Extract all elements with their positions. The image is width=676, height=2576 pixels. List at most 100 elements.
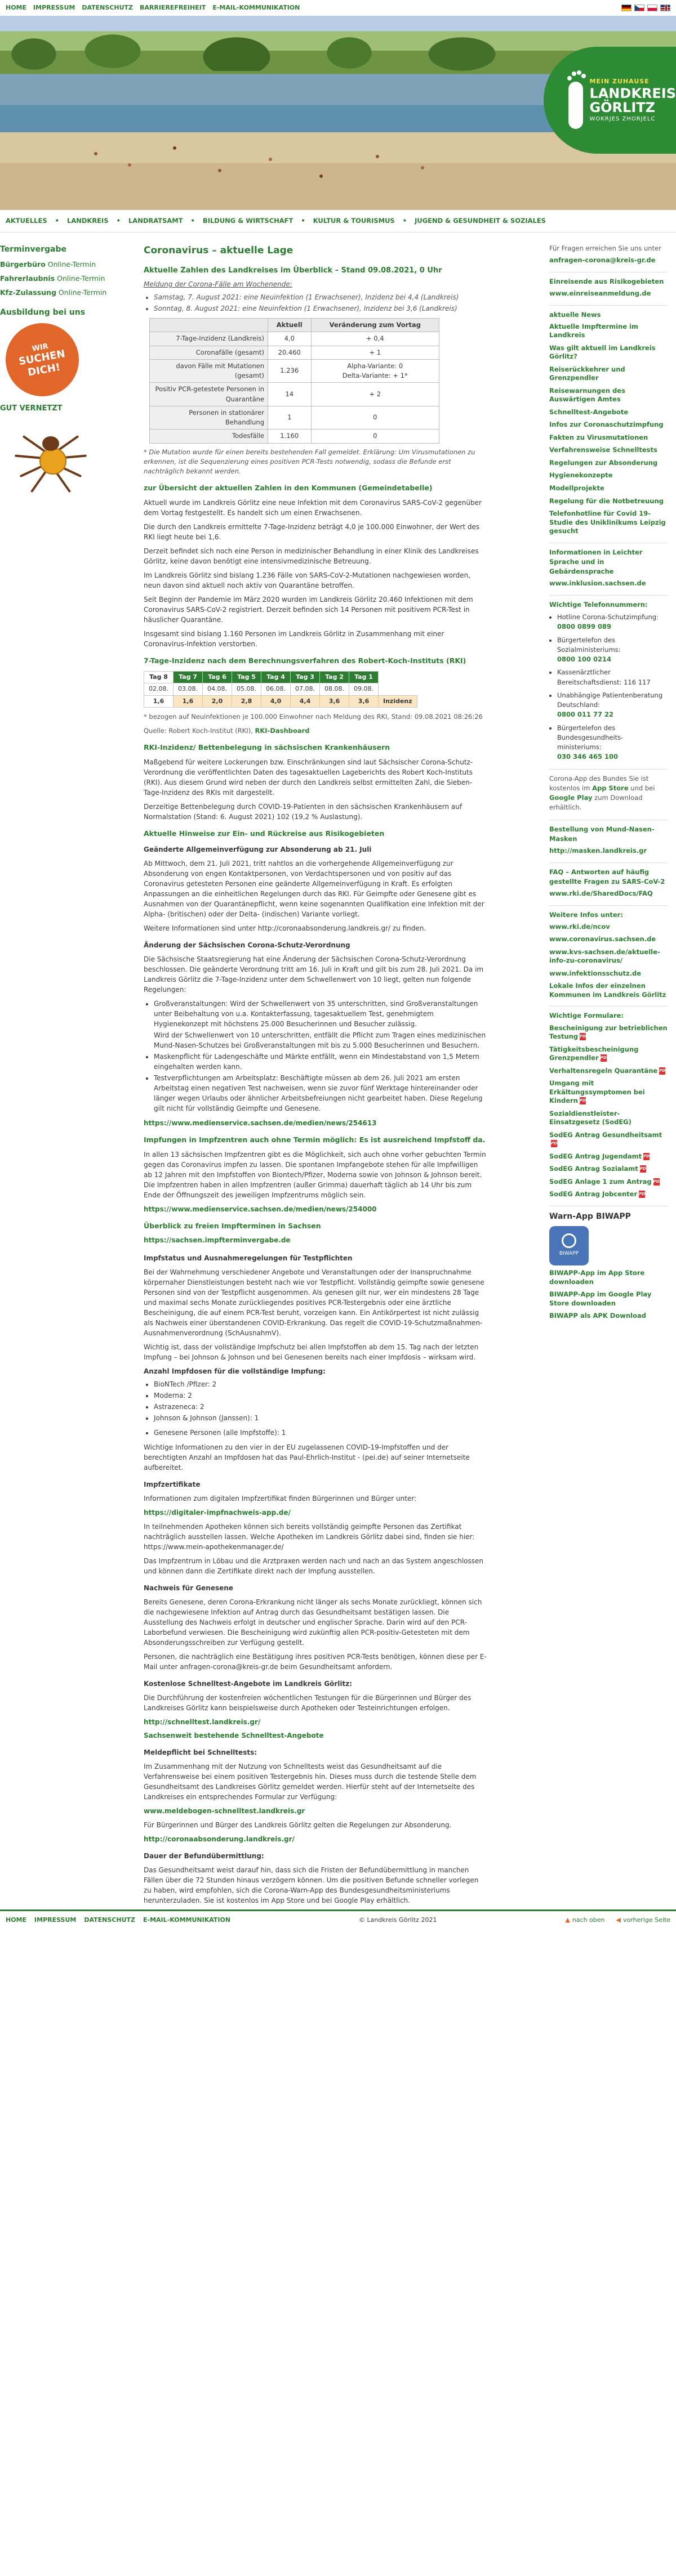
biwapp-link[interactable]: BIWAPP-App im Google Play Store download… (549, 1290, 668, 1308)
news-link[interactable]: Hygienekonzepte (549, 471, 668, 480)
flag-gb-icon[interactable] (660, 5, 670, 11)
rep-link-2[interactable]: http://coronaabsonderung.landkreis.gr/ (144, 1834, 487, 1844)
free-test-heading: Kostenlose Schnelltest-Angebote im Landk… (144, 1679, 352, 1688)
list-item: Kassenärztlicher Bereitschaftsdienst: 11… (557, 668, 668, 687)
news-link[interactable]: Aktuelle Impftermine im Landkreis (549, 323, 668, 340)
news-link[interactable]: Reisewarnungen des Auswärtigen Amtes (549, 387, 668, 404)
nav-bildung[interactable]: BILDUNG & WIRTSCHAFT (203, 216, 293, 226)
news-link[interactable]: Fakten zu Virusmutationen (549, 433, 668, 442)
col-veraenderung: Veränderung zum Vortag (310, 317, 439, 333)
news-link[interactable]: Telefonhotline für Covid 19-Studie des U… (549, 509, 668, 536)
sachsen-test-link[interactable]: Sachsenweit bestehende Schnelltest-Angeb… (144, 1730, 487, 1741)
news-link[interactable]: Reiserückkehrer und Grenzpendler (549, 365, 668, 383)
biwapp-link[interactable]: BIWAPP-App im App Store downloaden (549, 1269, 668, 1286)
nav-jugend[interactable]: JUGEND & GESUNDHEIT & SOZIALES (415, 216, 546, 226)
nav-kultur[interactable]: KULTUR & TOURISMUS (313, 216, 395, 226)
ausbildung-heading: Ausbildung bei uns (0, 307, 86, 317)
footer: HOME IMPRESSUM DATENSCHUTZ E-MAIL-KOMMUN… (0, 1909, 676, 1930)
news-link[interactable]: Regelungen zur Absonderung (549, 459, 668, 468)
footer-impressum[interactable]: IMPRESSUM (34, 1916, 76, 1925)
logo-line-3: GÖRLITZ (589, 99, 656, 115)
flag-de-icon[interactable] (621, 5, 631, 11)
news-link[interactable]: Infos zur Coronaschutzimpfung (549, 421, 668, 430)
form-link[interactable]: Sozialdienstleister-Einsatzgesetz (SodEG… (549, 1110, 668, 1127)
topnav-impressum[interactable]: IMPRESSUM (33, 3, 75, 13)
form-link[interactable]: SodEG Antrag Jugendamt PDF (549, 1152, 668, 1161)
masks-link[interactable]: http://masken.landkreis.gr (549, 847, 668, 856)
wir-suchen-dich-badge[interactable]: WIR SUCHEN DICH! (0, 317, 85, 402)
more-link[interactable]: www.infektionsschutz.de (549, 969, 668, 978)
vacc-link[interactable]: https://www.medienservice.sachsen.de/med… (144, 1204, 487, 1214)
cert-text-2: In teilnehmenden Apotheken können sich b… (144, 1522, 475, 1551)
faq-link[interactable]: www.rki.de/SharedDocs/FAQ (549, 889, 668, 898)
commune-link[interactable]: zur Übersicht der aktuellen Zahlen in de… (144, 483, 487, 494)
news-link[interactable]: Verfahrensweise Schnelltests (549, 446, 668, 455)
ask-mail-link[interactable]: anfragen-corona@kreis-gr.de (549, 256, 668, 265)
rki-dashboard-link[interactable]: RKI-Dashboard (255, 727, 310, 735)
list-item: Maskenpflicht für Ladengeschäfte und Mär… (154, 1052, 487, 1072)
spider-network-icon[interactable] (8, 419, 93, 504)
topnav-datenschutz[interactable]: DATENSCHUTZ (82, 3, 133, 13)
top-bar: HOME IMPRESSUM DATENSCHUTZ BARRIEREFREIH… (0, 0, 676, 16)
pdf-icon: PDF (643, 1152, 652, 1160)
flag-cz-icon[interactable] (634, 5, 644, 11)
para-6: Insgesamt sind bislang 1.160 Personen im… (144, 630, 444, 648)
easy-link[interactable]: www.inklusion.sachsen.de (549, 579, 668, 588)
more-link[interactable]: www.rki.de/ncov (549, 923, 668, 932)
cert-text: Informationen zum digitalen Impfzertifik… (144, 1494, 417, 1502)
footer-datenschutz[interactable]: DATENSCHUTZ (84, 1916, 135, 1925)
google-play-link[interactable]: Google Play (549, 794, 593, 802)
list-item: Unabhängige Patientenberatung Deutschlan… (557, 691, 668, 720)
news-link[interactable]: Was gilt aktuell im Landkreis Görlitz? (549, 344, 668, 361)
biwapp-link[interactable]: BIWAPP als APK Download (549, 1312, 668, 1321)
free-link[interactable]: https://sachsen.impfterminvergabe.de (144, 1235, 487, 1245)
link-fahrerlaubnis[interactable]: Fahrerlaubnis Online-Termin (0, 274, 110, 284)
more-link[interactable]: Lokale Infos der einzelnen Kommunen im L… (549, 982, 668, 999)
form-link[interactable]: SodEG Antrag Jobcenter PDF (549, 1190, 668, 1199)
sv-link[interactable]: https://www.medienservice.sachsen.de/med… (144, 1118, 487, 1128)
para-1: Aktuell wurde im Landkreis Görlitz eine … (144, 499, 482, 517)
pei-text: Wichtige Informationen zu den vier in de… (144, 1443, 470, 1472)
topnav-email[interactable]: E-MAIL-KOMMUNIKATION (212, 3, 300, 13)
form-link[interactable]: SodEG Anlage 1 zum Antrag PDF (549, 1178, 668, 1187)
biwapp-icon[interactable]: BIWAPP (549, 1226, 589, 1265)
nav-landkreis[interactable]: LANDKREIS (67, 216, 109, 226)
list-item: Hotline Corona-Schutzimpfung:0800 0899 0… (557, 612, 668, 632)
topnav-barrierefreiheit[interactable]: BARRIEREFREIHEIT (140, 3, 206, 13)
einreise-link[interactable]: www.einreiseanmeldung.de (549, 289, 668, 298)
cert-link[interactable]: https://digitaler-impfnachweis-app.de/ (144, 1508, 487, 1518)
news-link[interactable]: Modellprojekte (549, 484, 668, 493)
para-4: Im Landkreis Görlitz sind bislang 1.236 … (144, 571, 471, 589)
topnav-home[interactable]: HOME (6, 3, 26, 13)
previous-page-link[interactable]: ◀ vorherige Seite (616, 1916, 671, 1925)
more-link[interactable]: www.kvs-sachsen.de/aktuelle-info-zu-coro… (549, 948, 668, 965)
form-link[interactable]: Verhaltensregeln Quarantäne PDF (549, 1067, 668, 1076)
more-link[interactable]: www.coronavirus.sachsen.de (549, 935, 668, 944)
table-row: 1,6 1,6 2,0 2,8 4,0 4,4 3,6 3,6 Inzidenz (144, 695, 417, 708)
news-link[interactable]: Schnelltest-Angebote (549, 408, 668, 417)
nav-landratsamt[interactable]: LANDRATSAMT (128, 216, 183, 226)
footer-email[interactable]: E-MAIL-KOMMUNIKATION (143, 1916, 230, 1925)
link-buergerbuero[interactable]: Bürgerbüro Online-Termin (0, 260, 110, 270)
gen-text: Bereits Genesene, deren Corona-Erkrankun… (144, 1598, 482, 1647)
form-link[interactable]: Tätigkeitsbescheinigung Grenzpendler PDF (549, 1045, 668, 1063)
footer-home[interactable]: HOME (6, 1916, 26, 1925)
nav-aktuelles[interactable]: AKTUELLES (6, 216, 47, 226)
mutation-footnote: * Die Mutation wurde für einen bereits b… (144, 448, 475, 476)
rep-link[interactable]: www.meldebogen-schnelltest.landkreis.gr (144, 1806, 487, 1816)
free-test-link[interactable]: http://schnelltest.landkreis.gr/ (144, 1717, 487, 1727)
form-link[interactable]: SodEG Antrag GesundheitsamtPDF (549, 1131, 668, 1148)
form-link[interactable]: Bescheinigung zur betrieblichen Testung P… (549, 1024, 668, 1041)
landkreis-logo[interactable]: MEIN ZUHAUSE LANDKREIS GÖRLITZ WOKRJES Z… (544, 47, 676, 154)
app-store-link[interactable]: App Store (592, 784, 629, 792)
rep-heading: Meldepflicht bei Schnelltests: (144, 1748, 257, 1756)
form-link[interactable]: Umgang mit Erkältungssymptomen bei Kinde… (549, 1079, 668, 1106)
top-nav: HOME IMPRESSUM DATENSCHUTZ BARRIEREFREIH… (6, 3, 300, 13)
col-aktuell: Aktuell (268, 317, 312, 333)
masks-heading: Bestellung von Mund-Nasen-Masken (549, 825, 655, 843)
news-link[interactable]: Regelung für die Notbetreuung (549, 497, 668, 506)
flag-pl-icon[interactable] (647, 5, 657, 11)
link-kfz[interactable]: Kfz-Zulassung Online-Termin (0, 288, 110, 298)
form-link[interactable]: SodEG Antrag Sozialamt PDF (549, 1165, 668, 1174)
back-to-top-link[interactable]: ▲ nach oben (565, 1916, 604, 1925)
